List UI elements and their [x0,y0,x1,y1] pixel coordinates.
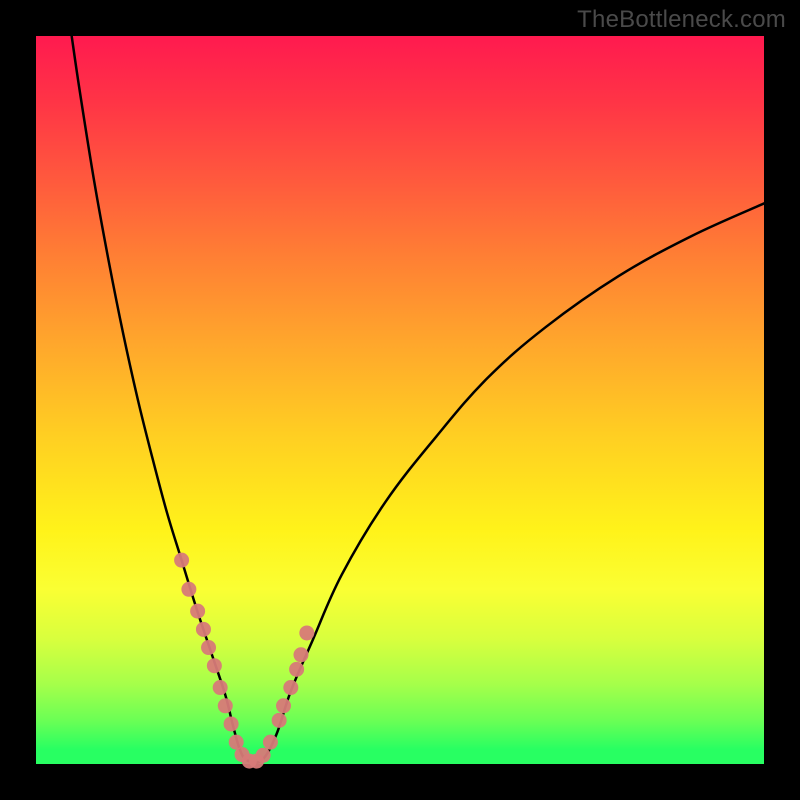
chart-overlay [36,36,764,764]
data-marker [283,680,298,695]
data-marker [201,640,216,655]
data-marker [213,680,228,695]
data-marker [224,716,239,731]
data-marker [174,553,189,568]
data-marker [293,647,308,662]
chart-frame: TheBottleneck.com [0,0,800,800]
marker-group [174,553,314,769]
data-marker [256,748,271,763]
data-marker [299,625,314,640]
data-marker [263,735,278,750]
data-marker [272,713,287,728]
data-marker [218,698,233,713]
data-marker [207,658,222,673]
data-marker [190,604,205,619]
watermark-text: TheBottleneck.com [577,6,786,34]
data-marker [289,662,304,677]
data-marker [276,698,291,713]
data-marker [196,622,211,637]
data-marker [181,582,196,597]
bottleneck-curve [72,36,764,763]
